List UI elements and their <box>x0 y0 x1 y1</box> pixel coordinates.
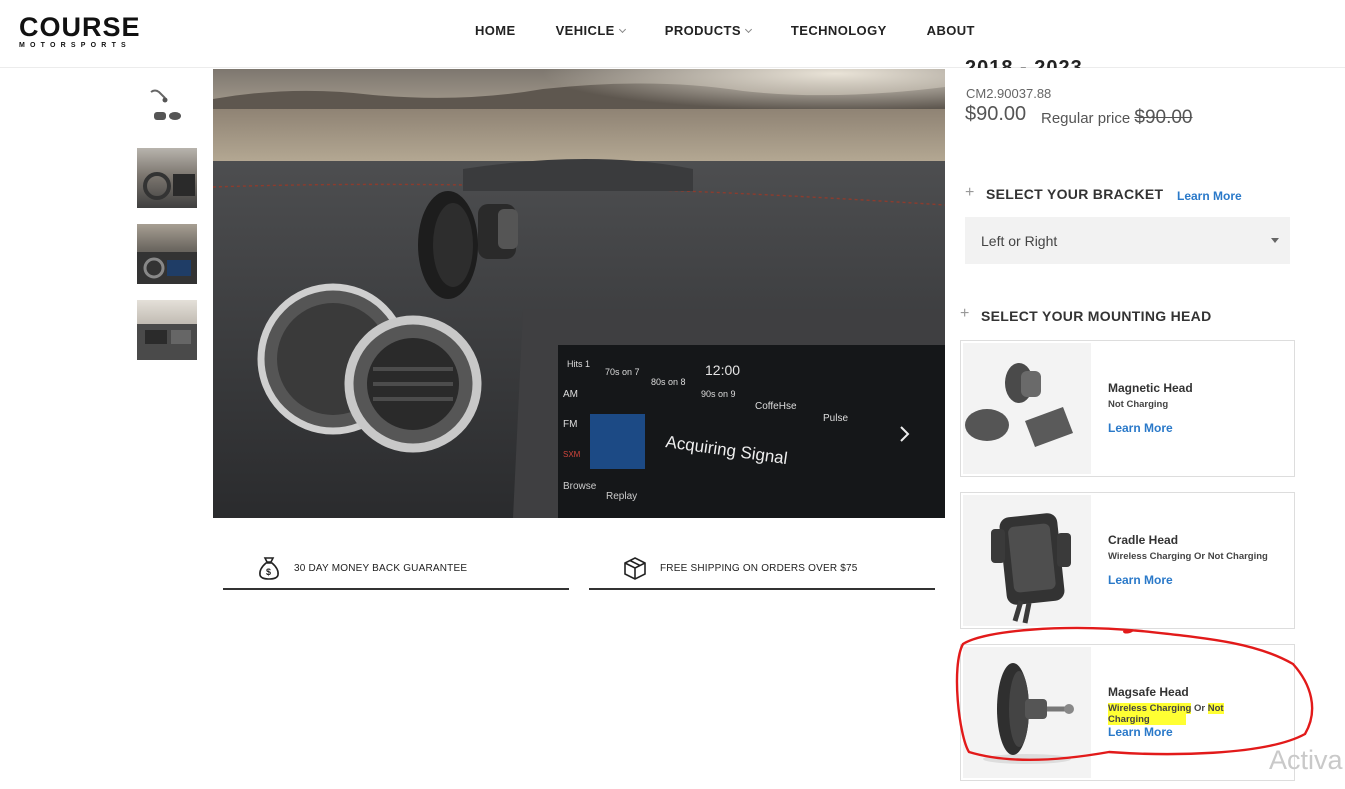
svg-text:$: $ <box>266 567 271 577</box>
thumbnail-4[interactable] <box>137 300 197 360</box>
thumbnail-dash-image <box>143 172 195 200</box>
screen-clock: 12:00 <box>705 362 740 378</box>
product-sku: CM2.90037.88 <box>966 86 1052 101</box>
bracket-learn-more-link[interactable]: Learn More <box>1177 189 1242 203</box>
nav-vehicle-label: VEHICLE <box>555 23 615 38</box>
magnetic-head-image <box>963 343 1091 474</box>
screen-preset-70s: 70s on 7 <box>605 367 640 377</box>
caret-down-icon <box>1271 238 1279 243</box>
thumbnail-2[interactable] <box>137 148 197 208</box>
magnetic-head-icon <box>965 363 1073 447</box>
bracket-section-title: SELECT YOUR BRACKET <box>986 186 1164 202</box>
site-header: COURSE MOTORSPORTS HOME VEHICLE PRODUCTS… <box>0 0 1345 68</box>
nav-home-label: HOME <box>475 23 516 38</box>
free-shipping-text: FREE SHIPPING ON ORDERS OVER $75 <box>660 562 858 574</box>
thumbnail-3[interactable] <box>137 224 197 284</box>
screen-preset-90s: 90s on 9 <box>701 389 736 399</box>
screen-replay: Replay <box>606 491 637 502</box>
nav-vehicle[interactable]: VEHICLE <box>555 23 626 38</box>
bracket-select[interactable]: Left or Right <box>965 217 1290 264</box>
card-subtitle: Not Charging <box>1108 399 1169 410</box>
card-learn-more-link[interactable]: Learn More <box>1108 573 1173 587</box>
screen-preset-pulse: Pulse <box>823 413 848 424</box>
nav-technology[interactable]: TECHNOLOGY <box>791 23 887 38</box>
product-title-partial: 2018 - 2023 <box>965 57 1083 68</box>
free-shipping: FREE SHIPPING ON ORDERS OVER $75 <box>589 548 935 590</box>
money-bag-icon: $ <box>259 557 279 580</box>
brand-logo[interactable]: COURSE MOTORSPORTS <box>19 12 141 50</box>
magsafe-head-image <box>963 647 1091 778</box>
card-title: Cradle Head <box>1108 533 1179 547</box>
card-title: Magnetic Head <box>1108 381 1193 395</box>
screen-band-fm: FM <box>563 419 577 430</box>
screen-preset-coffee: CoffeHse <box>755 401 797 412</box>
nav-home[interactable]: HOME <box>475 23 516 38</box>
mount-option-cradle[interactable]: Cradle Head Wireless Charging Or Not Cha… <box>960 492 1295 629</box>
mount-option-magsafe[interactable]: Magsafe Head Wireless Charging Or Not Ch… <box>960 644 1295 781</box>
card-title: Magsafe Head <box>1108 685 1189 699</box>
screen-band-am: AM <box>563 389 578 400</box>
box-icon <box>624 557 646 580</box>
logo-subtext: MOTORSPORTS <box>19 42 131 49</box>
os-activation-watermark: Activa <box>1269 745 1343 775</box>
screen-preset-80s: 80s on 8 <box>651 377 686 387</box>
card-learn-more-link[interactable]: Learn More <box>1108 421 1173 435</box>
regular-price-value: $90.00 <box>1134 107 1193 128</box>
mounting-section-title: SELECT YOUR MOUNTING HEAD <box>981 308 1212 324</box>
card-subtitle: Wireless Charging Or Not Charging <box>1108 551 1268 562</box>
chevron-down-icon <box>744 25 752 33</box>
logo-text: COURSE <box>19 12 141 42</box>
nav-about-label: ABOUT <box>926 23 975 38</box>
screen-browse: Browse <box>563 481 597 492</box>
cradle-head-icon <box>991 513 1071 624</box>
cradle-head-image <box>963 495 1091 626</box>
main-product-image[interactable]: 12:00 Hits 1 70s on 7 80s on 8 90s on 9 … <box>213 69 945 518</box>
screen-band-sxm: SXM <box>563 450 581 459</box>
money-back-guarantee: $ 30 DAY MONEY BACK GUARANTEE <box>223 548 569 590</box>
card-learn-more-link[interactable]: Learn More <box>1108 725 1173 739</box>
thumbnail-dash-image <box>137 324 197 360</box>
nav-products[interactable]: PRODUCTS <box>664 23 752 38</box>
nav-technology-label: TECHNOLOGY <box>790 23 887 38</box>
card-subtitle: Wireless Charging Or Not Charging <box>1108 703 1294 725</box>
regular-price: Regular price $90.00 <box>1041 107 1193 129</box>
mount-parts-icon <box>150 89 181 120</box>
product-price: $90.00 <box>965 103 1027 125</box>
money-back-text: 30 DAY MONEY BACK GUARANTEE <box>294 562 468 574</box>
plus-icon[interactable]: + <box>960 305 969 323</box>
subtitle-connector: Or <box>1193 703 1206 714</box>
nav-products-label: PRODUCTS <box>664 23 741 38</box>
screen-preset-hits: Hits 1 <box>567 359 590 369</box>
main-nav: HOME VEHICLE PRODUCTS TECHNOLOGY ABOUT <box>475 23 1015 38</box>
chevron-down-icon <box>618 25 626 33</box>
thumbnail-dash-image <box>137 252 197 284</box>
nav-about[interactable]: ABOUT <box>927 23 975 38</box>
thumbnail-1[interactable] <box>137 80 197 140</box>
mount-option-magnetic[interactable]: Magnetic Head Not Charging Learn More <box>960 340 1295 477</box>
magsafe-head-icon <box>983 663 1074 764</box>
dashboard-photo: 12:00 Hits 1 70s on 7 80s on 8 90s on 9 … <box>213 69 945 518</box>
highlighted-text: Wireless Charging <box>1108 703 1192 714</box>
regular-price-label: Regular price <box>1041 110 1131 127</box>
bracket-select-value: Left or Right <box>981 232 1058 249</box>
plus-icon[interactable]: + <box>965 184 974 202</box>
